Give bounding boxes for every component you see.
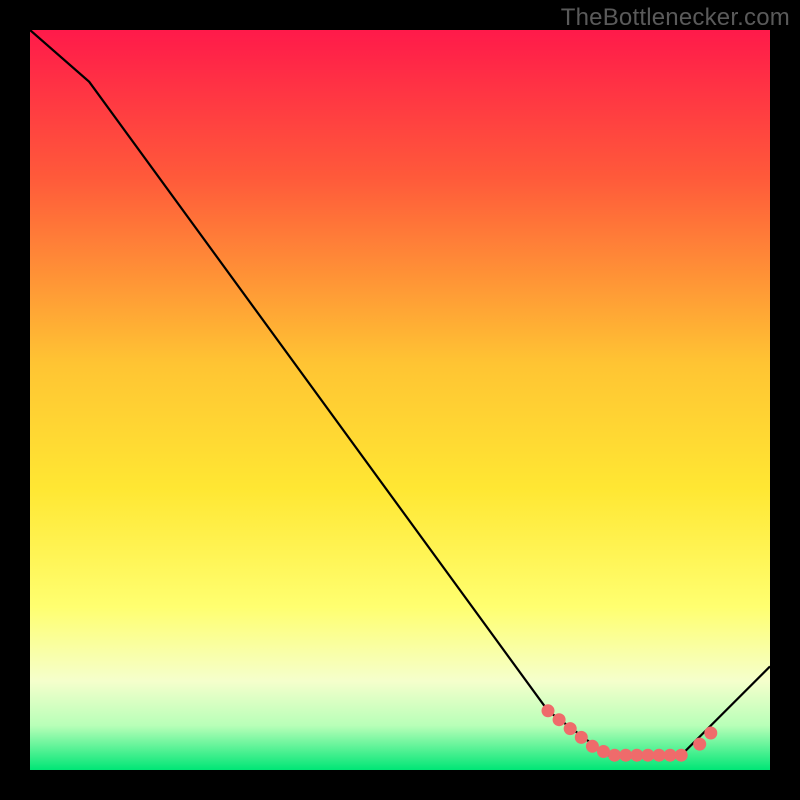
marker-dot bbox=[664, 749, 677, 762]
marker-dot bbox=[586, 740, 599, 753]
marker-dot bbox=[630, 749, 643, 762]
marker-dot bbox=[553, 713, 566, 726]
watermark-text: TheBottlenecker.com bbox=[561, 4, 790, 32]
chart-svg bbox=[30, 30, 770, 770]
marker-dot bbox=[542, 704, 555, 717]
marker-dot bbox=[597, 745, 610, 758]
gradient-background bbox=[30, 30, 770, 770]
marker-dot bbox=[575, 731, 588, 744]
plot-area bbox=[30, 30, 770, 770]
marker-dot bbox=[564, 722, 577, 735]
marker-dot bbox=[693, 738, 706, 751]
marker-dot bbox=[675, 749, 688, 762]
marker-dot bbox=[608, 749, 621, 762]
marker-dot bbox=[641, 749, 654, 762]
chart-frame: TheBottlenecker.com bbox=[0, 0, 800, 800]
marker-dot bbox=[619, 749, 632, 762]
marker-dot bbox=[653, 749, 666, 762]
marker-dot bbox=[704, 727, 717, 740]
